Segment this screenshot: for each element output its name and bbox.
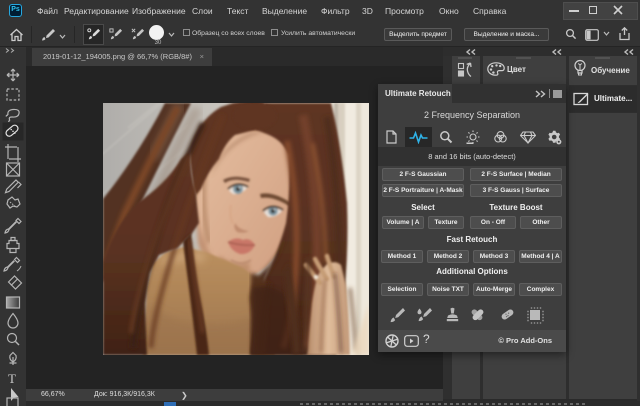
svg-text:T: T [8, 371, 16, 386]
